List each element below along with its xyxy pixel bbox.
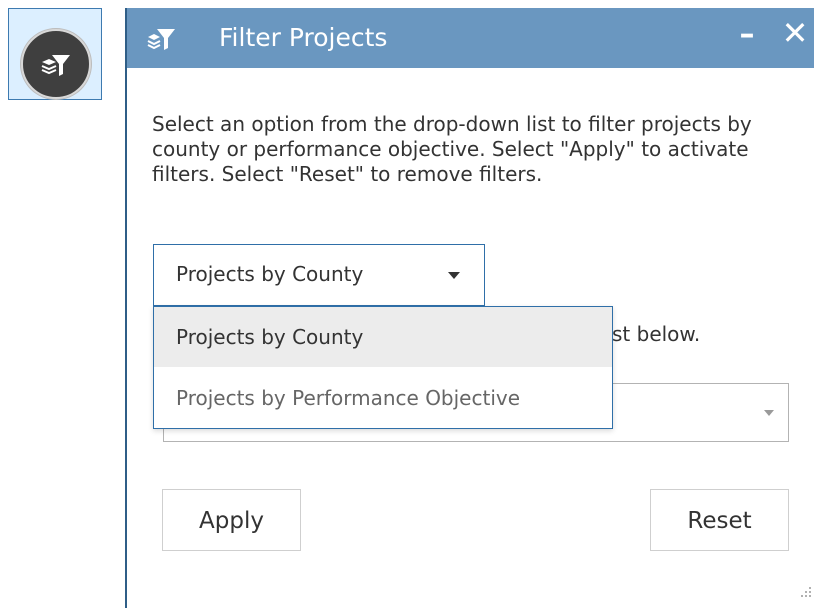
chevron-down-icon xyxy=(764,410,774,416)
panel-titlebar: Filter Projects – ✕ xyxy=(127,8,814,68)
option-projects-by-performance-objective[interactable]: Projects by Performance Objective xyxy=(154,368,612,428)
panel-description: Select an option from the drop-down list… xyxy=(152,112,752,186)
instruction-text: st below. xyxy=(612,322,701,346)
filter-layers-icon xyxy=(147,29,175,50)
filter-launcher-button[interactable] xyxy=(21,29,91,99)
minimize-button[interactable]: – xyxy=(732,20,762,56)
chevron-down-icon xyxy=(448,272,460,279)
apply-button[interactable]: Apply xyxy=(162,489,301,551)
filter-layers-icon xyxy=(41,55,70,76)
resize-handle-icon[interactable] xyxy=(800,586,812,598)
reset-button[interactable]: Reset xyxy=(650,489,789,551)
panel-title: Filter Projects xyxy=(219,23,388,52)
filter-widget-launcher[interactable] xyxy=(8,8,102,100)
filter-type-menu: Projects by County Projects by Performan… xyxy=(153,306,613,429)
filter-type-dropdown[interactable]: Projects by County xyxy=(153,244,485,306)
filter-type-selected: Projects by County xyxy=(176,262,364,286)
option-projects-by-county[interactable]: Projects by County xyxy=(154,307,612,367)
close-button[interactable]: ✕ xyxy=(778,16,812,56)
